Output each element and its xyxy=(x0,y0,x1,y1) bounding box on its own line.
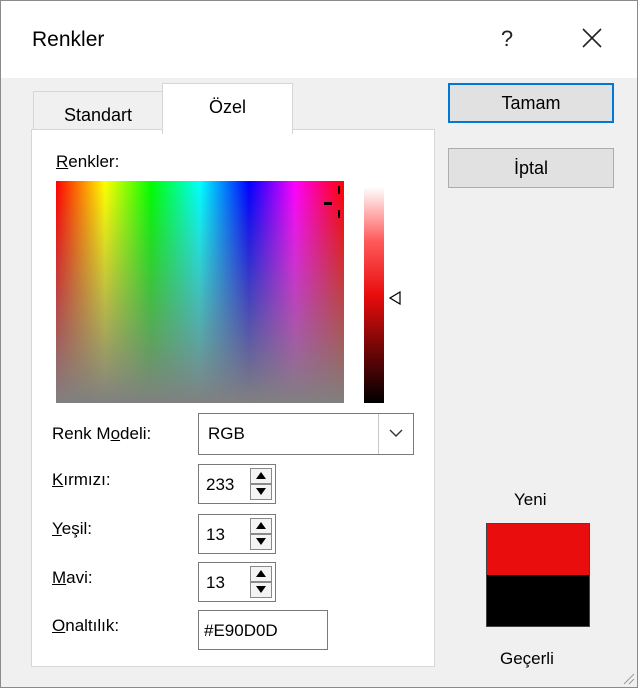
green-decrement-button[interactable] xyxy=(250,534,272,550)
arrow-down-icon xyxy=(256,488,266,495)
color-model-dropdown-button[interactable] xyxy=(378,414,413,454)
luminance-arrow-icon[interactable] xyxy=(389,291,401,305)
resize-grip-icon[interactable] xyxy=(621,671,635,685)
hex-label: Onaltılık: xyxy=(52,616,120,635)
blue-stepper[interactable] xyxy=(250,566,272,598)
red-value: 233 xyxy=(206,475,235,494)
hex-value: #E90D0D xyxy=(204,621,278,640)
color-model-select[interactable]: RGB xyxy=(198,413,414,455)
arrow-up-icon xyxy=(256,522,266,529)
new-color-swatch xyxy=(487,524,589,575)
ok-button[interactable]: Tamam xyxy=(448,83,614,123)
chevron-down-icon xyxy=(389,429,403,437)
help-button[interactable]: ? xyxy=(479,15,535,63)
blue-label: Mavi: xyxy=(52,568,93,587)
color-spectrum-picker[interactable] xyxy=(56,181,344,403)
luminance-slider[interactable] xyxy=(364,187,384,403)
close-icon xyxy=(582,28,602,48)
green-input[interactable]: 13 xyxy=(198,514,276,554)
cancel-button[interactable]: İptal xyxy=(448,148,614,188)
spectrum-crosshair-top xyxy=(338,186,340,194)
color-model-label: Renk Modeli: xyxy=(52,424,152,443)
arrow-up-icon xyxy=(256,472,266,479)
tab-ozel[interactable]: Özel xyxy=(162,83,293,134)
colors-label: Renkler: xyxy=(56,152,120,171)
tab-standart[interactable]: Standart xyxy=(33,91,163,134)
current-color-label: Geçerli xyxy=(500,649,554,668)
red-label: Kırmızı: xyxy=(52,470,111,489)
green-value: 13 xyxy=(206,525,225,544)
arrow-down-icon xyxy=(256,538,266,545)
blue-decrement-button[interactable] xyxy=(250,582,272,598)
blue-increment-button[interactable] xyxy=(250,566,272,582)
arrow-up-icon xyxy=(256,570,266,577)
green-stepper[interactable] xyxy=(250,518,272,550)
red-decrement-button[interactable] xyxy=(250,484,272,500)
spectrum-crosshair xyxy=(324,202,332,205)
color-model-value: RGB xyxy=(208,424,245,443)
title-bar: Renkler ? xyxy=(1,1,637,78)
close-button[interactable] xyxy=(563,15,623,63)
current-color-swatch xyxy=(487,575,589,626)
blue-input[interactable]: 13 xyxy=(198,562,276,602)
custom-tab-panel: Renkler: Renk Modeli: RGB Kırmızı: 233 Y… xyxy=(31,129,435,667)
color-preview-swatch xyxy=(486,523,590,627)
blue-value: 13 xyxy=(206,573,225,592)
hex-input[interactable]: #E90D0D xyxy=(198,610,328,650)
green-increment-button[interactable] xyxy=(250,518,272,534)
red-input[interactable]: 233 xyxy=(198,464,276,504)
green-label: Yeşil: xyxy=(52,519,93,538)
new-color-label: Yeni xyxy=(514,490,547,509)
red-stepper[interactable] xyxy=(250,468,272,500)
colors-dialog: Renkler ? Standart Özel Renkler: Renk Mo… xyxy=(0,0,638,688)
spectrum-crosshair-bottom xyxy=(338,210,340,218)
dialog-title: Renkler xyxy=(32,28,105,51)
arrow-down-icon xyxy=(256,586,266,593)
red-increment-button[interactable] xyxy=(250,468,272,484)
